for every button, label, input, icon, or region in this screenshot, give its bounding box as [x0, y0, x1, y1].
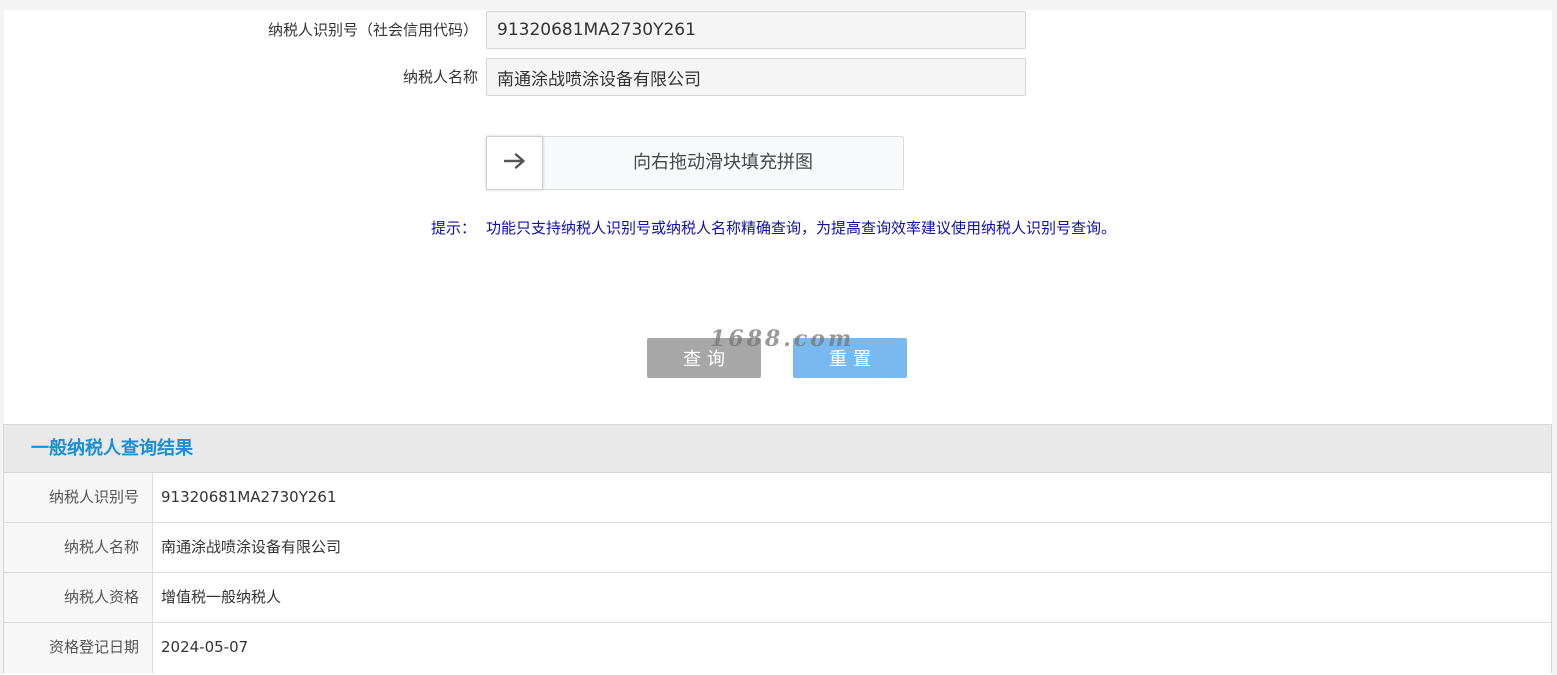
- result-key: 资格登记日期: [4, 623, 153, 673]
- result-value: 南通涂战喷涂设备有限公司: [161, 538, 342, 556]
- results-title: 一般纳税人查询结果: [4, 425, 1551, 473]
- result-key: 纳税人资格: [4, 573, 153, 622]
- result-row-registration-date: 资格登记日期 2024-05-07: [4, 623, 1551, 673]
- result-key: 纳税人名称: [4, 523, 153, 572]
- taxpayer-id-row: 纳税人识别号（社会信用代码）: [4, 11, 1552, 49]
- result-key: 纳税人识别号: [4, 473, 153, 522]
- taxpayer-name-label: 纳税人名称: [402, 68, 478, 86]
- watermark: 1688.com: [710, 326, 855, 352]
- result-value: 2024-05-07: [161, 638, 249, 656]
- taxpayer-name-row: 纳税人名称: [4, 58, 1552, 96]
- taxpayer-name-input[interactable]: [486, 58, 1026, 96]
- result-row-taxpayer-name: 纳税人名称 南通涂战喷涂设备有限公司: [4, 523, 1551, 573]
- result-value: 91320681MA2730Y261: [161, 488, 337, 506]
- results-panel: 一般纳税人查询结果 纳税人识别号 91320681MA2730Y261 纳税人名…: [3, 424, 1552, 673]
- result-value: 增值税一般纳税人: [161, 588, 282, 606]
- result-row-taxpayer-id: 纳税人识别号 91320681MA2730Y261: [4, 473, 1551, 523]
- query-page: 纳税人识别号（社会信用代码） 纳税人名称 向右拖动滑块填充拼图 提示： 功能只支…: [3, 10, 1552, 675]
- tip-label: 提示：: [431, 219, 477, 237]
- taxpayer-id-input[interactable]: [486, 11, 1026, 49]
- tip-text: 功能只支持纳税人识别号或纳税人名称精确查询，为提高查询效率建议使用纳税人识别号查…: [486, 219, 1117, 237]
- arrow-right-icon: [503, 153, 526, 173]
- taxpayer-id-label: 纳税人识别号（社会信用代码）: [267, 21, 478, 39]
- captcha-slider[interactable]: 向右拖动滑块填充拼图: [486, 136, 904, 190]
- slider-hint-text: 向右拖动滑块填充拼图: [633, 152, 813, 173]
- result-row-qualification: 纳税人资格 增值税一般纳税人: [4, 573, 1551, 623]
- slider-handle[interactable]: [486, 136, 543, 190]
